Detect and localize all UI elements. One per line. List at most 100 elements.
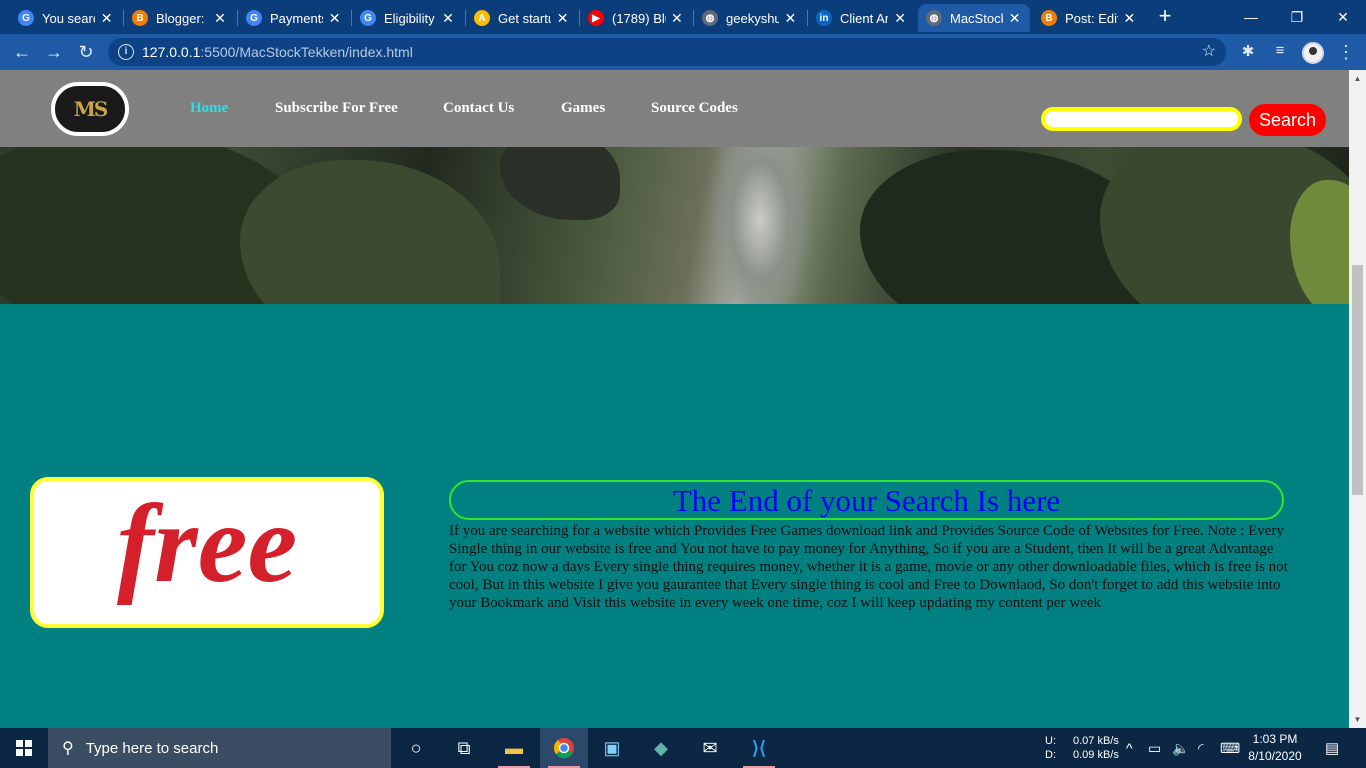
- address-bar[interactable]: i 127.0.0.1:5500/MacStockTekken/index.ht…: [108, 38, 1226, 66]
- close-tab-icon[interactable]: ✕: [1007, 10, 1022, 27]
- chrome-icon[interactable]: [540, 728, 588, 768]
- nav-subscribe[interactable]: Subscribe For Free: [275, 100, 398, 117]
- bookmark-star-icon[interactable]: ☆: [1202, 41, 1216, 61]
- forward-button[interactable]: →: [42, 40, 66, 64]
- close-window-button[interactable]: ✕: [1320, 0, 1366, 34]
- menu-icon[interactable]: ⋮: [1336, 42, 1356, 62]
- chrome-logo-icon: [554, 738, 574, 759]
- browser-tab[interactable]: B Post: Edit ✕: [1033, 4, 1145, 32]
- close-tab-icon[interactable]: ✕: [99, 10, 114, 27]
- url-path: :5500/MacStockTekken/index.html: [200, 44, 413, 60]
- tab-title: Client Ar: [840, 10, 889, 26]
- new-tab-button[interactable]: +: [1153, 4, 1177, 30]
- notifications-icon[interactable]: ▤: [1325, 728, 1339, 768]
- close-tab-icon[interactable]: ✕: [892, 10, 908, 27]
- nav-home[interactable]: Home: [190, 100, 228, 117]
- tab-title: (1789) Blu: [612, 10, 666, 26]
- blogger-icon: B: [1041, 10, 1057, 26]
- media-app-icon[interactable]: ◆: [637, 728, 685, 768]
- content-heading: The End of your Search Is here: [449, 480, 1284, 520]
- taskbar-search-placeholder: Type here to search: [85, 739, 219, 757]
- net-up-value: 0.07 kB/s: [1073, 735, 1119, 747]
- net-speed-labels: U: D:: [1045, 728, 1056, 768]
- globe-icon: ◍: [702, 10, 718, 26]
- close-tab-icon[interactable]: ✕: [1122, 10, 1137, 27]
- taskbar-search-box[interactable]: ⚲ Type here to search: [48, 728, 391, 768]
- mail-icon[interactable]: ✉: [686, 728, 734, 768]
- start-button[interactable]: [0, 728, 48, 768]
- back-button[interactable]: ←: [10, 40, 34, 64]
- site-logo[interactable]: MS: [51, 82, 129, 136]
- url-text: 127.0.0.1:5500/MacStockTekken/index.html: [142, 44, 413, 60]
- tab-title: MacStock: [950, 10, 1004, 26]
- profile-avatar[interactable]: [1302, 42, 1324, 64]
- close-tab-icon[interactable]: ✕: [327, 10, 342, 27]
- app-window-icon[interactable]: ▣: [588, 728, 636, 768]
- file-explorer-icon[interactable]: ▬: [490, 728, 538, 768]
- browser-tab[interactable]: A Get startu ✕: [466, 4, 578, 32]
- close-tab-icon[interactable]: ✕: [555, 10, 570, 27]
- net-down-value: 0.09 kB/s: [1073, 749, 1119, 761]
- browser-tab[interactable]: in Client Ar ✕: [808, 4, 916, 32]
- scroll-up-arrow[interactable]: ▲: [1349, 70, 1366, 87]
- browser-tab[interactable]: B Blogger: ✕: [124, 4, 236, 32]
- keyboard-icon[interactable]: ⌨: [1220, 728, 1240, 768]
- windows-logo-icon: [16, 740, 32, 756]
- cortana-icon[interactable]: ○: [392, 728, 440, 768]
- nav-contact[interactable]: Contact Us: [443, 100, 514, 117]
- net-speed-values: 0.07 kB/s 0.09 kB/s: [1073, 728, 1119, 768]
- browser-tab[interactable]: G Eligibility ✕: [352, 4, 464, 32]
- logo-mark: MS: [73, 97, 109, 121]
- search-icon: ⚲: [62, 740, 74, 757]
- browser-tab[interactable]: ◍ MacStock ✕: [918, 4, 1030, 32]
- google-icon: G: [18, 10, 34, 26]
- tray-chevron-icon[interactable]: ^: [1126, 728, 1133, 768]
- extensions-icon[interactable]: ✱: [1238, 42, 1258, 62]
- tab-title: Get startu: [498, 10, 552, 26]
- site-search-input[interactable]: [1041, 107, 1242, 131]
- blogger-icon: B: [132, 10, 148, 26]
- site-search-button[interactable]: Search: [1249, 104, 1326, 136]
- close-tab-icon[interactable]: ✕: [783, 10, 798, 27]
- windows-taskbar: ⚲ Type here to search ○ ⧉ ▬ ▣ ◆ ✉ ⟩⟨ U: D…: [0, 728, 1366, 768]
- site-info-icon[interactable]: i: [118, 44, 134, 60]
- content-body: If you are searching for a website which…: [449, 523, 1288, 611]
- tab-title: Blogger:: [156, 10, 205, 26]
- tab-title: Eligibility: [384, 10, 435, 26]
- site-header: MS Home Subscribe For Free Contact Us Ga…: [0, 70, 1349, 147]
- minimize-button[interactable]: —: [1228, 0, 1274, 34]
- clock-time: 1:03 PM: [1252, 732, 1298, 746]
- google-icon: G: [246, 10, 262, 26]
- free-promo-image: free: [30, 477, 384, 628]
- nav-games[interactable]: Games: [561, 100, 605, 117]
- reload-button[interactable]: ↻: [74, 40, 98, 64]
- scrollbar-thumb[interactable]: [1352, 265, 1363, 495]
- vscode-icon[interactable]: ⟩⟨: [735, 728, 783, 768]
- wifi-icon[interactable]: ◜: [1198, 728, 1203, 768]
- browser-tab[interactable]: G You searc ✕: [10, 4, 122, 32]
- task-view-icon[interactable]: ⧉: [440, 728, 488, 768]
- page-scrollbar[interactable]: ▲ ▼: [1349, 70, 1366, 728]
- clock-date: 8/10/2020: [1248, 749, 1302, 763]
- scroll-down-arrow[interactable]: ▼: [1349, 711, 1366, 728]
- maximize-button[interactable]: ❐: [1274, 0, 1320, 34]
- close-tab-icon[interactable]: ✕: [440, 10, 456, 27]
- globe-icon: ◍: [926, 10, 942, 26]
- close-tab-icon[interactable]: ✕: [670, 10, 684, 27]
- browser-tab[interactable]: ◍ geekyshu ✕: [694, 4, 806, 32]
- close-tab-icon[interactable]: ✕: [212, 10, 228, 27]
- youtube-icon: ▶: [588, 10, 604, 26]
- nav-source-codes[interactable]: Source Codes: [651, 100, 738, 117]
- battery-icon[interactable]: ▭: [1148, 728, 1161, 768]
- promo-word-text: free: [117, 482, 297, 606]
- browser-tab[interactable]: ▶ (1789) Blu✕: [580, 4, 692, 32]
- tab-title: Post: Edit: [1065, 10, 1118, 26]
- linkedin-icon: in: [816, 10, 832, 26]
- system-clock[interactable]: 1:03 PM 8/10/2020: [1244, 731, 1306, 765]
- volume-icon[interactable]: 🔈: [1172, 728, 1189, 768]
- browser-tab-strip: G You searc ✕ B Blogger: ✕ G Payments ✕ G Eligibi…: [0, 0, 1366, 34]
- media-control-icon[interactable]: ≡: [1270, 42, 1290, 62]
- google-ads-icon: A: [474, 10, 490, 26]
- browser-tab[interactable]: G Payments ✕: [238, 4, 350, 32]
- google-icon: G: [360, 10, 376, 26]
